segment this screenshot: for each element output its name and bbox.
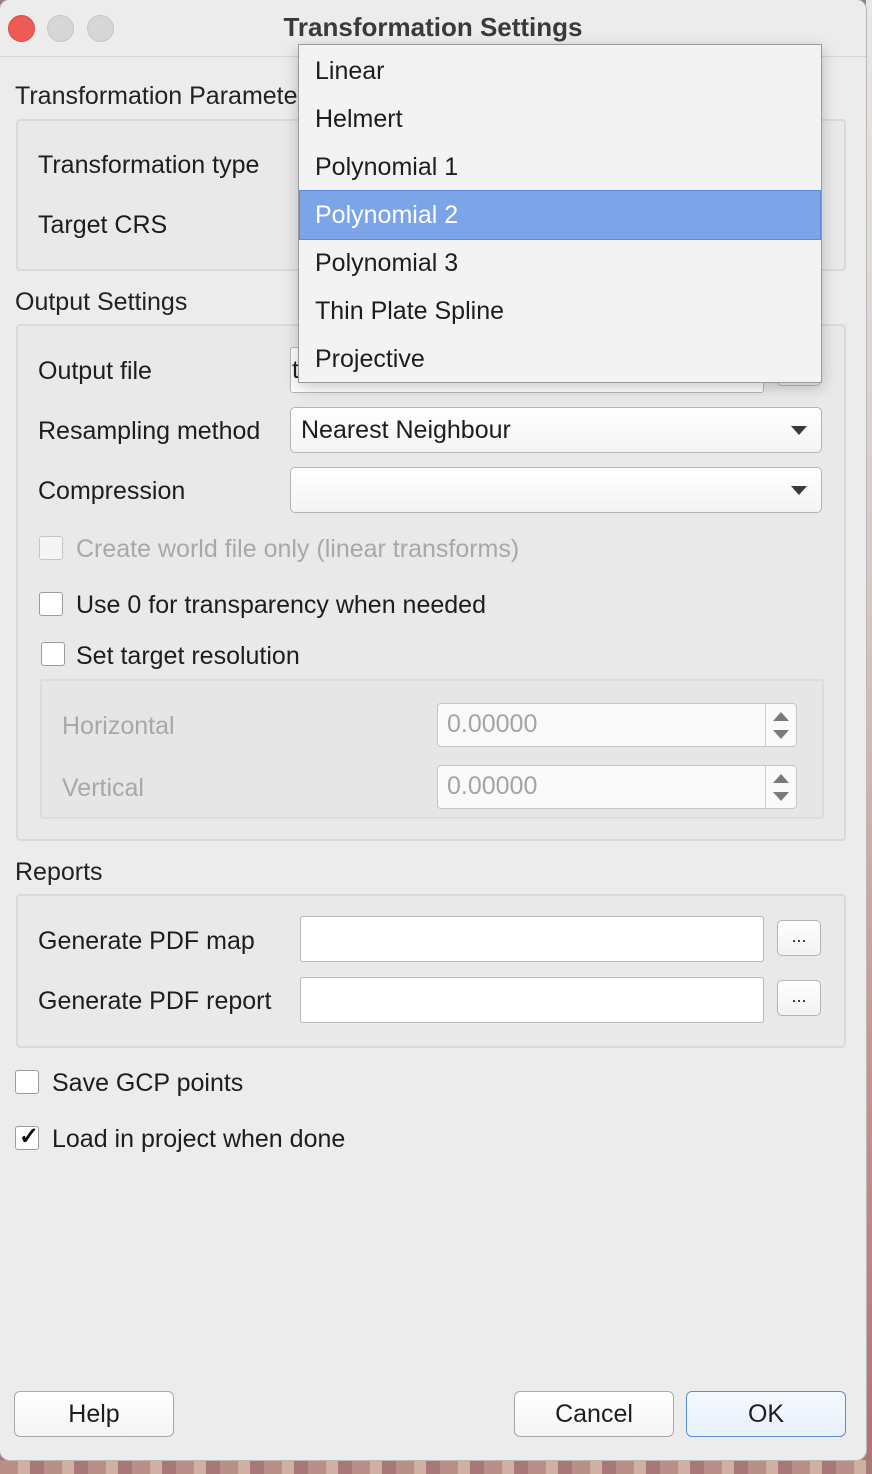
target-resolution-label: Set target resolution [76, 642, 300, 670]
option-helmert[interactable]: Helmert [300, 95, 820, 143]
reports-title: Reports [15, 858, 103, 886]
output-file-label: Output file [38, 357, 152, 385]
arrow-up-icon [773, 712, 789, 721]
vertical-spinbox[interactable]: 0.00000 [437, 765, 797, 809]
window-title: Transformation Settings [283, 12, 583, 42]
pdf-map-label: Generate PDF map [38, 927, 255, 955]
resampling-method-label: Resampling method [38, 417, 261, 445]
transformation-parameters-title: Transformation Parameters [15, 82, 319, 110]
ok-button[interactable]: OK [686, 1391, 846, 1437]
chevron-down-icon [791, 426, 807, 435]
cancel-button[interactable]: Cancel [514, 1391, 674, 1437]
save-gcp-label: Save GCP points [52, 1069, 244, 1097]
save-gcp-checkbox[interactable] [15, 1070, 39, 1094]
transformation-type-dropdown[interactable]: Linear Helmert Polynomial 1 Polynomial 2… [298, 44, 822, 383]
target-resolution-checkbox[interactable] [41, 642, 65, 666]
background-strip [866, 0, 872, 1474]
pdf-map-input[interactable] [300, 916, 764, 962]
load-project-label: Load in project when done [52, 1125, 346, 1153]
horizontal-spinbox[interactable]: 0.00000 [437, 703, 797, 747]
pdf-report-label: Generate PDF report [38, 987, 272, 1015]
compression-label: Compression [38, 477, 186, 505]
target-crs-label: Target CRS [38, 211, 168, 239]
dialog-window: Transformation Settings Transformation P… [0, 0, 866, 1460]
vertical-value: 0.00000 [447, 772, 538, 800]
option-polynomial-1[interactable]: Polynomial 1 [300, 143, 820, 191]
pdf-report-browse-button[interactable]: ... [777, 980, 821, 1016]
arrow-up-icon [773, 774, 789, 783]
background-bottom [0, 1460, 872, 1474]
option-polynomial-3[interactable]: Polynomial 3 [300, 239, 820, 287]
arrow-down-icon [773, 792, 789, 801]
transparency-checkbox[interactable] [39, 592, 63, 616]
transformation-type-label: Transformation type [38, 151, 260, 179]
vertical-stepper[interactable] [765, 766, 796, 808]
horizontal-label: Horizontal [62, 712, 175, 740]
help-button[interactable]: Help [14, 1391, 174, 1437]
load-project-checkbox[interactable]: ✓ [15, 1123, 40, 1150]
chevron-down-icon [791, 486, 807, 495]
pdf-report-input[interactable] [300, 977, 764, 1023]
resampling-method-select[interactable]: Nearest Neighbour [290, 407, 822, 453]
option-polynomial-2[interactable]: Polynomial 2 [299, 190, 821, 240]
compression-select[interactable] [290, 467, 822, 513]
option-projective[interactable]: Projective [300, 335, 820, 383]
transparency-label: Use 0 for transparency when needed [76, 591, 486, 619]
option-thin-plate-spline[interactable]: Thin Plate Spline [300, 287, 820, 335]
output-settings-title: Output Settings [15, 288, 188, 316]
pdf-map-browse-button[interactable]: ... [777, 920, 821, 956]
resampling-method-value: Nearest Neighbour [301, 416, 511, 444]
arrow-down-icon [773, 730, 789, 739]
world-file-label: Create world file only (linear transform… [76, 535, 520, 563]
horizontal-value: 0.00000 [447, 710, 538, 738]
check-icon: ✓ [19, 1123, 40, 1150]
world-file-checkbox[interactable] [39, 536, 63, 560]
vertical-label: Vertical [62, 774, 144, 802]
option-linear[interactable]: Linear [300, 47, 820, 95]
horizontal-stepper[interactable] [765, 704, 796, 746]
